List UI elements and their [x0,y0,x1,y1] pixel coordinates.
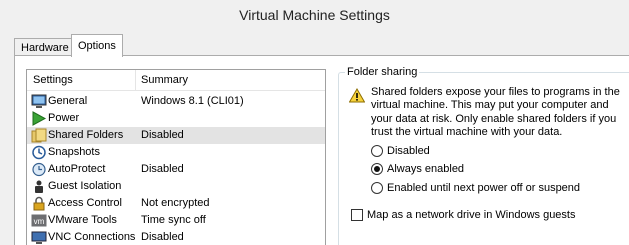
list-item-shared-folders[interactable]: Shared Folders Disabled [27,127,325,144]
lock-icon [33,196,45,211]
vnc-icon [31,231,47,244]
warning-icon [349,88,365,103]
list-item-summary: Not encrypted [141,197,210,209]
list-item-summary: Windows 8.1 (CLI01) [141,95,244,107]
clock-icon [32,162,46,177]
radio-disabled[interactable] [371,145,383,157]
list-item-name: Shared Folders [48,129,124,141]
play-icon [32,111,47,126]
map-network-drive-checkbox[interactable] [351,209,363,221]
list-header: Settings Summary [27,70,325,91]
list-item-guest-isolation[interactable]: Guest Isolation [27,178,325,195]
list-item-name: Access Control [48,197,122,209]
list-item-name: Guest Isolation [48,180,122,192]
list-item-general[interactable]: General Windows 8.1 (CLI01) [27,93,325,110]
list-item-summary: Disabled [141,231,184,243]
list-item-summary: Disabled [141,163,184,175]
list-item-name: VNC Connections [48,231,136,243]
list-item-vnc-connections[interactable]: VNC Connections Disabled [27,229,325,245]
list-item-name: Snapshots [48,146,100,158]
radio-enabled-until-power-off-label[interactable]: Enabled until next power off or suspend [387,182,580,194]
vm-icon: vm [31,214,47,227]
svg-text:vm: vm [34,217,45,226]
settings-column-header[interactable]: Settings [33,74,73,86]
folder-sharing-label: Folder sharing [345,66,420,78]
column-divider[interactable] [135,70,136,90]
radio-enabled-until-power-off[interactable] [371,182,383,194]
list-item-summary: Time sync off [141,214,206,226]
tab-options[interactable]: Options [71,34,123,57]
list-item-name: VMware Tools [48,214,117,226]
settings-list[interactable]: Settings Summary General Windows 8.1 (CL… [26,69,326,245]
summary-column-header[interactable]: Summary [141,74,188,86]
radio-always-enabled[interactable] [371,163,383,175]
window-title: Virtual Machine Settings [239,7,390,23]
list-item-snapshots[interactable]: Snapshots [27,144,325,161]
list-item-autoprotect[interactable]: AutoProtect Disabled [27,161,325,178]
list-item-name: AutoProtect [48,163,106,175]
list-item-vmware-tools[interactable]: vm VMware Tools Time sync off [27,212,325,229]
monitor-icon [31,94,47,108]
list-item-name: General [48,95,88,107]
radio-always-enabled-label[interactable]: Always enabled [387,163,464,175]
radio-disabled-label[interactable]: Disabled [387,145,430,157]
title-bar: Virtual Machine Settings [0,0,629,30]
warning-text: Shared folders expose your files to prog… [371,86,620,139]
list-item-name: Power [48,112,80,124]
list-item-power[interactable]: Power [27,110,325,127]
isolation-icon [35,180,43,193]
folder-icon [31,128,47,143]
snapshot-icon [32,145,46,160]
list-item-access-control[interactable]: Access Control Not encrypted [27,195,325,212]
map-network-drive-label[interactable]: Map as a network drive in Windows guests [367,209,575,221]
list-item-summary: Disabled [141,129,184,141]
